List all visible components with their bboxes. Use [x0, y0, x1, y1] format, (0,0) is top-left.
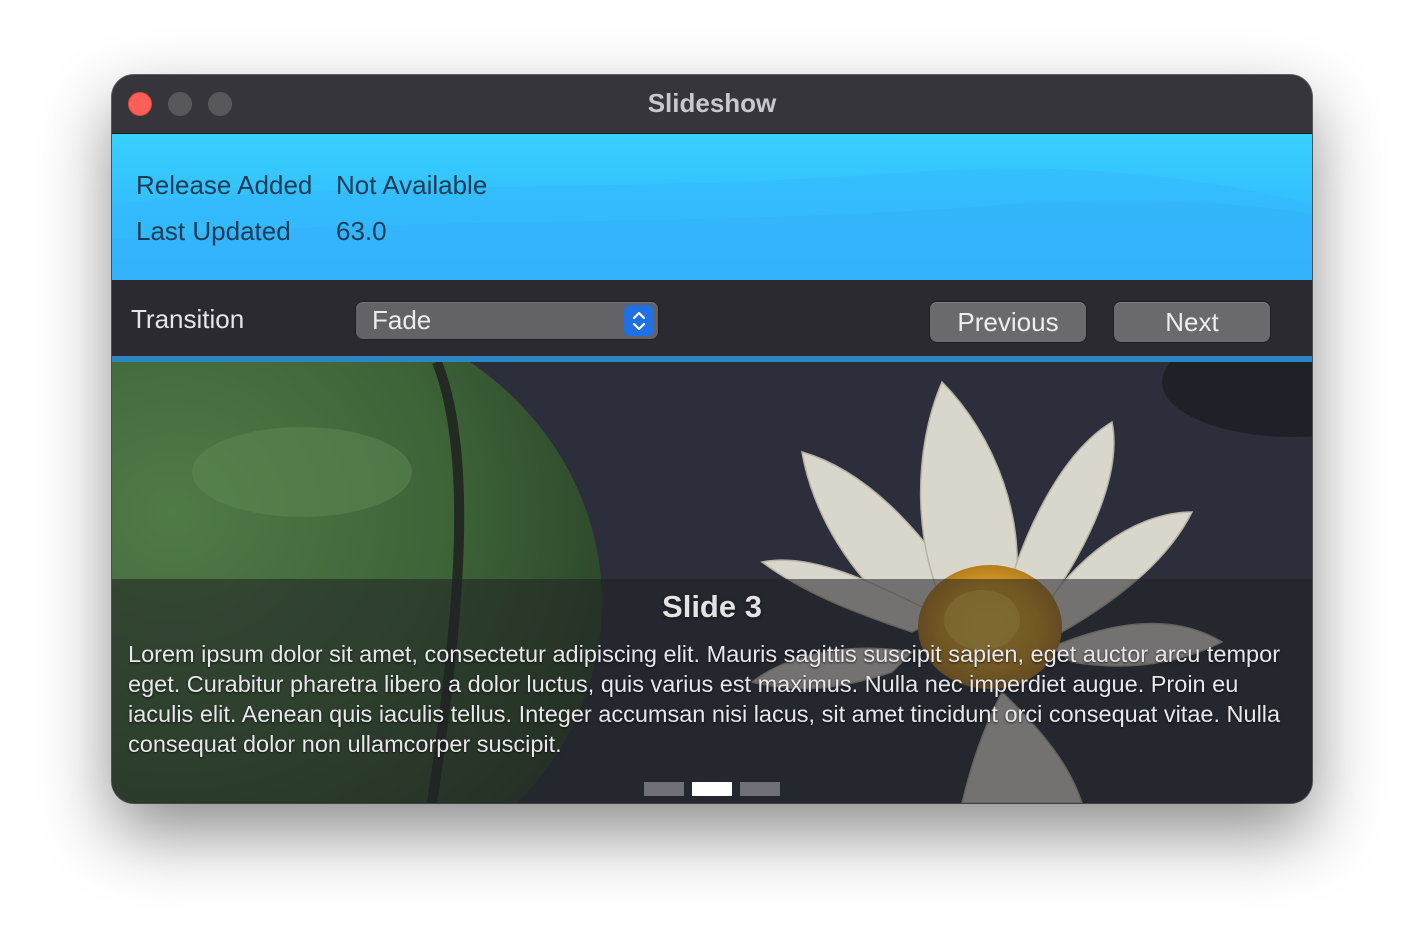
slide-caption: Slide 3 Lorem ipsum dolor sit amet, cons… — [112, 579, 1312, 803]
previous-button[interactable]: Previous — [930, 302, 1086, 342]
info-panel: Release Added Not Available Last Updated 6… — [112, 134, 1312, 280]
slide-view[interactable]: Slide 3 Lorem ipsum dolor sit amet, cons… — [112, 362, 1312, 803]
last-updated-label: Last Updated — [136, 216, 291, 246]
last-updated-row: Last Updated 63.0 — [136, 216, 387, 247]
slide-indicator-3[interactable] — [740, 782, 780, 796]
release-added-value: Not Available — [336, 170, 488, 200]
window-title: Slideshow — [647, 88, 777, 118]
controls-bar: Transition Fade Previous Next — [112, 280, 1312, 356]
transition-select-value: Fade — [372, 305, 432, 335]
transition-label: Transition — [131, 304, 245, 334]
wave-background — [112, 168, 1312, 280]
slide-description: Lorem ipsum dolor sit amet, consectetur … — [128, 641, 1281, 757]
up-down-chevron-icon — [624, 305, 654, 336]
release-added-label: Release Added — [136, 170, 313, 200]
slide-title: Slide 3 — [662, 589, 762, 624]
slide-indicator-2-active[interactable] — [692, 782, 732, 796]
slide-indicator-1[interactable] — [644, 782, 684, 796]
next-button[interactable]: Next — [1114, 302, 1270, 342]
slideshow-window: Slideshow Release Added Not Available Las… — [112, 75, 1312, 803]
transition-select[interactable]: Fade — [356, 302, 658, 339]
last-updated-value: 63.0 — [336, 216, 387, 246]
release-added-row: Release Added Not Available — [136, 170, 487, 201]
title-bar[interactable]: Slideshow — [112, 75, 1312, 134]
